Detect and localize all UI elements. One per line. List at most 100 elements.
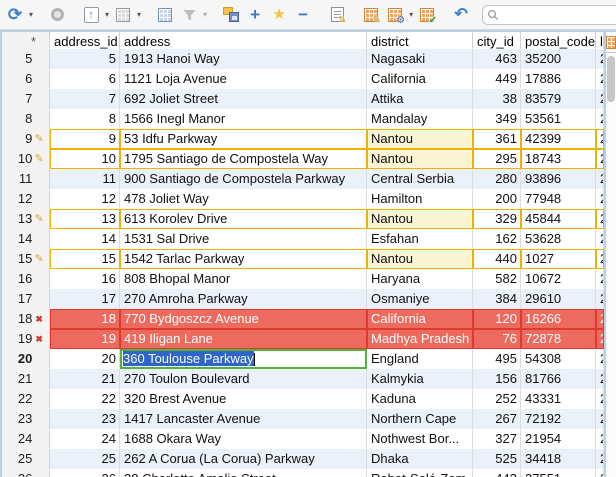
cell-last[interactable]: 2 xyxy=(596,109,604,129)
cell-postal_code[interactable]: 54308 xyxy=(521,349,596,369)
cell-last[interactable]: 2 xyxy=(596,289,604,309)
cell-address_id[interactable]: 8 xyxy=(50,109,120,129)
cell-address_id[interactable]: 24 xyxy=(50,429,120,449)
cell-city_id[interactable]: 76 xyxy=(473,329,521,349)
cell-postal_code[interactable]: 18743 xyxy=(521,149,596,169)
cell-district[interactable]: Central Serbia xyxy=(367,169,473,189)
row-number-23[interactable]: 23 xyxy=(2,409,50,429)
cell-city_id[interactable]: 295 xyxy=(473,149,521,169)
favorites-button[interactable]: ★ xyxy=(268,3,290,27)
table-row-19[interactable]: 19✖19419 Iligan LaneMadhya Pradesh767287… xyxy=(2,329,604,349)
cell-address_id[interactable]: 23 xyxy=(50,409,120,429)
cell-postal_code[interactable]: 72878 xyxy=(521,329,596,349)
cell-district[interactable]: California xyxy=(367,309,473,329)
row-number-7[interactable]: 7 xyxy=(2,89,50,109)
table-row-12[interactable]: 1212478 Joliet WayHamilton200779482 xyxy=(2,189,604,209)
row-number-12[interactable]: 12 xyxy=(2,189,50,209)
cell-last[interactable]: 2 xyxy=(596,149,604,169)
cell-district[interactable]: Madhya Pradesh xyxy=(367,329,473,349)
view-mode-button[interactable] xyxy=(112,3,134,27)
cell-last[interactable]: 2 xyxy=(596,249,604,269)
row-number-8[interactable]: 8 xyxy=(2,109,50,129)
row-number-20[interactable]: 20 xyxy=(2,349,50,369)
table-options-dropdown-caret[interactable]: ▾ xyxy=(408,3,414,27)
cell-address[interactable]: 613 Korolev Drive xyxy=(120,209,367,229)
cell-address_id[interactable]: 10 xyxy=(50,149,120,169)
table-row-13[interactable]: 13✎13613 Korolev DriveNantou329458442 xyxy=(2,209,604,229)
cell-city_id[interactable]: 349 xyxy=(473,109,521,129)
cell-postal_code[interactable]: 53561 xyxy=(521,109,596,129)
cell-address_id[interactable]: 11 xyxy=(50,169,120,189)
cell-address[interactable]: 53 Idfu Parkway xyxy=(120,129,367,149)
cell-district[interactable]: Esfahan xyxy=(367,229,473,249)
refresh-button[interactable]: ⟳ xyxy=(4,3,26,27)
table-row-10[interactable]: 10✎101795 Santiago de Compostela WayNant… xyxy=(2,149,604,169)
cell-district[interactable]: Osmaniye xyxy=(367,289,473,309)
table-row-5[interactable]: 551913 Hanoi WayNagasaki463352002 xyxy=(2,49,604,69)
cell-city_id[interactable]: 525 xyxy=(473,449,521,469)
cell-postal_code[interactable]: 21954 xyxy=(521,429,596,449)
row-number-11[interactable]: 11 xyxy=(2,169,50,189)
cell-address[interactable]: 419 Iligan Lane xyxy=(120,329,367,349)
row-number-19[interactable]: 19✖ xyxy=(2,329,50,349)
cell-last[interactable]: 2 xyxy=(596,329,604,349)
table-row-22[interactable]: 2222320 Brest AvenueKaduna252433312 xyxy=(2,389,604,409)
filter-button[interactable] xyxy=(178,3,200,27)
row-number-26[interactable]: 26 xyxy=(2,469,50,477)
cell-last[interactable]: 2 xyxy=(596,429,604,449)
cell-postal_code[interactable]: 10672 xyxy=(521,269,596,289)
cell-address_id[interactable]: 5 xyxy=(50,49,120,69)
add-row-button[interactable]: + xyxy=(244,3,266,27)
cell-city_id[interactable]: 156 xyxy=(473,369,521,389)
cell-district[interactable]: Nantou xyxy=(367,129,473,149)
cell-last[interactable]: 2 xyxy=(596,69,604,89)
cell-district[interactable]: Kalmykia xyxy=(367,369,473,389)
row-number-14[interactable]: 14 xyxy=(2,229,50,249)
cell-city_id[interactable]: 280 xyxy=(473,169,521,189)
cell-city_id[interactable]: 440 xyxy=(473,249,521,269)
cell-city_id[interactable]: 443 xyxy=(473,469,521,477)
edit-table-button[interactable]: ✎ xyxy=(360,3,382,27)
cell-city_id[interactable]: 327 xyxy=(473,429,521,449)
cell-address[interactable]: 320 Brest Avenue xyxy=(120,389,367,409)
cell-last[interactable]: 2 xyxy=(596,49,604,69)
cell-address[interactable]: 28 Charlotte Amalie Street xyxy=(120,469,367,477)
row-number-10[interactable]: 10✎ xyxy=(2,149,50,169)
cell-postal_code[interactable]: 81766 xyxy=(521,369,596,389)
vertical-scrollbar[interactable] xyxy=(604,32,616,477)
cell-postal_code[interactable]: 16266 xyxy=(521,309,596,329)
cell-last[interactable]: 2 xyxy=(596,89,604,109)
cell-city_id[interactable]: 449 xyxy=(473,69,521,89)
cell-address[interactable]: 1795 Santiago de Compostela Way xyxy=(120,149,367,169)
cell-last[interactable]: 2 xyxy=(596,389,604,409)
cell-city_id[interactable]: 329 xyxy=(473,209,521,229)
cell-address[interactable]: 1531 Sal Drive xyxy=(120,229,367,249)
table-options-button[interactable]: ⚙ xyxy=(384,3,406,27)
row-number-6[interactable]: 6 xyxy=(2,69,50,89)
cell-address[interactable]: 808 Bhopal Manor xyxy=(120,269,367,289)
row-number-21[interactable]: 21 xyxy=(2,369,50,389)
table-row-21[interactable]: 2121270 Toulon BoulevardKalmykia15681766… xyxy=(2,369,604,389)
cell-last[interactable]: 2 xyxy=(596,129,604,149)
cell-address_id[interactable]: 17 xyxy=(50,289,120,309)
table-row-7[interactable]: 77692 Joliet StreetAttika38835792 xyxy=(2,89,604,109)
cell-district[interactable]: England xyxy=(367,349,473,369)
cell-address_id[interactable]: 21 xyxy=(50,369,120,389)
cell-district[interactable]: California xyxy=(367,69,473,89)
cell-address_id[interactable]: 12 xyxy=(50,189,120,209)
cell-city_id[interactable]: 252 xyxy=(473,389,521,409)
cell-address_id[interactable]: 19 xyxy=(50,329,120,349)
cell-last[interactable]: 2 xyxy=(596,169,604,189)
cell-postal_code[interactable]: 17886 xyxy=(521,69,596,89)
table-row-9[interactable]: 9✎953 Idfu ParkwayNantou361423992 xyxy=(2,129,604,149)
table-row-20[interactable]: 2020360 Toulouse ParkwayEngland495543082 xyxy=(2,349,604,369)
cell-address[interactable]: 1688 Okara Way xyxy=(120,429,367,449)
table-row-8[interactable]: 881566 Inegl ManorMandalay349535612 xyxy=(2,109,604,129)
row-number-16[interactable]: 16 xyxy=(2,269,50,289)
table-row-25[interactable]: 2525262 A Corua (La Corua) ParkwayDhaka5… xyxy=(2,449,604,469)
table-row-16[interactable]: 1616808 Bhopal ManorHaryana582106722 xyxy=(2,269,604,289)
cell-postal_code[interactable]: 1027 xyxy=(521,249,596,269)
cell-postal_code[interactable]: 53628 xyxy=(521,229,596,249)
cell-city_id[interactable]: 384 xyxy=(473,289,521,309)
cell-address_id[interactable]: 9 xyxy=(50,129,120,149)
